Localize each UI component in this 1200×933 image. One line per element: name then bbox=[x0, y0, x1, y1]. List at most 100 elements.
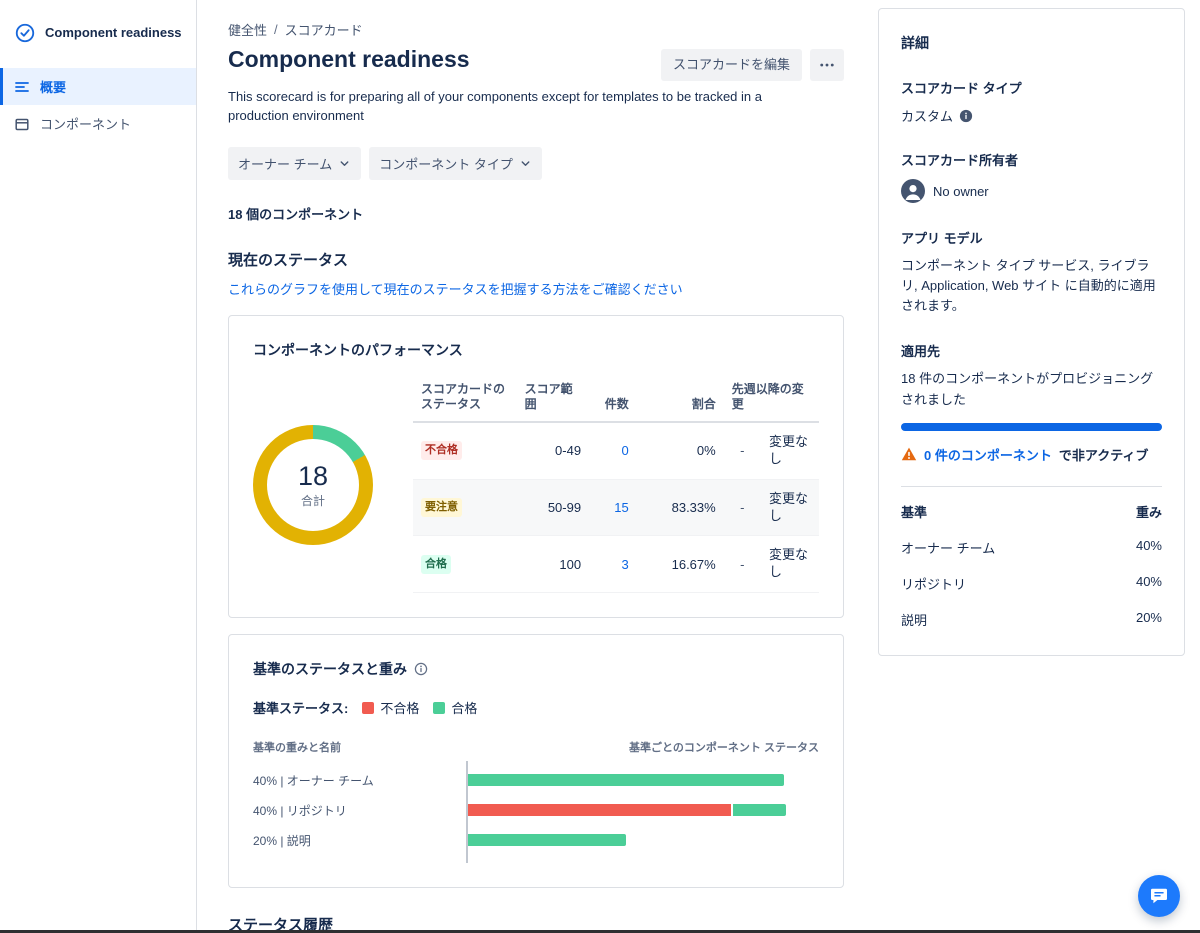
trend-cell: - bbox=[723, 535, 761, 594]
criteria-card-title: 基準のステータスと重み bbox=[253, 659, 819, 679]
edit-scorecard-button[interactable]: スコアカードを編集 bbox=[660, 49, 802, 81]
sidebar: Component readiness 概要 コンポーネント bbox=[0, 0, 197, 933]
criteria-bar-segment bbox=[468, 804, 732, 817]
criteria-card-title-text: 基準のステータスと重み bbox=[253, 661, 407, 678]
donut-total-label: 合計 bbox=[300, 493, 325, 508]
status-breakdown-table: スコアカードのステータス スコア範囲 件数 割合 先週以降の変更 不合格 0-4… bbox=[413, 377, 819, 594]
criteria-bar-chart: 40% | オーナー チーム 40% | リポジトリ 20% | 説明 bbox=[253, 761, 819, 864]
chat-bubble-icon bbox=[1149, 886, 1169, 906]
legend-item-pass: 合格 bbox=[433, 698, 477, 717]
legend-item-fail: 不合格 bbox=[362, 698, 419, 717]
overview-icon bbox=[14, 79, 30, 95]
sidebar-header: Component readiness bbox=[0, 22, 196, 68]
range-cell: 0-49 bbox=[516, 421, 590, 480]
count-link[interactable]: 0 bbox=[621, 443, 628, 458]
change-cell: 変更なし bbox=[760, 421, 819, 480]
criteria-bar-row: 40% | オーナー チーム bbox=[253, 765, 819, 795]
col-header-status: スコアカードのステータス bbox=[413, 377, 517, 423]
percent-cell: 0% bbox=[636, 421, 724, 480]
legend-item-pass-label: 合格 bbox=[451, 701, 478, 717]
page-header: 健全性 / スコアカード Component readiness スコアカードを… bbox=[228, 20, 844, 81]
weight-header-label: 重み bbox=[1135, 504, 1162, 520]
scorecard-type-value: カスタム bbox=[901, 106, 1162, 125]
current-status-help-link[interactable]: これらのグラフを使用して現在のステータスを把握する方法をご確認ください bbox=[228, 279, 683, 298]
criteria-bar-label: 40% | オーナー チーム bbox=[253, 773, 374, 788]
table-header-row: スコアカードのステータス スコア範囲 件数 割合 先週以降の変更 bbox=[413, 377, 819, 423]
components-icon bbox=[14, 116, 30, 132]
info-icon[interactable] bbox=[959, 109, 973, 123]
scorecard-type-label: スコアカード タイプ bbox=[901, 81, 1022, 96]
main-area: 健全性 / スコアカード Component readiness スコアカードを… bbox=[197, 0, 1200, 933]
criterion-weight: 40% bbox=[1135, 573, 1162, 589]
app-model-text: コンポーネント タイプ サービス, ライブラリ, Application, We… bbox=[901, 258, 1156, 314]
col-header-percent: 割合 bbox=[636, 377, 724, 423]
components-donut-chart: 18 合計 bbox=[253, 425, 373, 546]
criteria-bar-row: 40% | リポジトリ bbox=[253, 795, 819, 825]
chevron-down-icon bbox=[519, 157, 532, 170]
component-type-filter-label: コンポーネント タイプ bbox=[379, 156, 513, 172]
breadcrumb-scorecards-link[interactable]: スコアカード bbox=[285, 20, 363, 39]
filter-bar: オーナー チーム コンポーネント タイプ bbox=[228, 146, 844, 180]
applied-to-text: 18 件のコンポーネントがプロビジョニングされました bbox=[901, 371, 1154, 407]
criteria-bar-label: 40% | リポジトリ bbox=[253, 803, 347, 818]
sidebar-item-components[interactable]: コンポーネント bbox=[0, 105, 196, 142]
change-cell: 変更なし bbox=[760, 479, 819, 537]
count-link[interactable]: 15 bbox=[614, 500, 628, 515]
table-row-warn: 要注意 50-99 15 83.33% - 変更なし bbox=[413, 479, 819, 537]
owner-name: No owner bbox=[933, 183, 989, 199]
criterion-name: リポジトリ bbox=[901, 576, 967, 592]
help-chat-button[interactable] bbox=[1138, 875, 1180, 917]
count-link[interactable]: 3 bbox=[621, 557, 628, 572]
criteria-row: リポジトリ 40% bbox=[901, 574, 1162, 593]
sidebar-item-overview-label: 概要 bbox=[40, 80, 67, 95]
inactive-components-link[interactable]: 0 件のコンポーネント bbox=[924, 445, 1052, 464]
criteria-legend-label: 基準ステータス: bbox=[253, 701, 349, 717]
component-count: 18 個のコンポーネント bbox=[228, 206, 364, 222]
applied-to-label: 適用先 bbox=[901, 344, 941, 360]
axis-left-label: 基準の重みと名前 bbox=[253, 742, 341, 755]
ellipsis-icon bbox=[818, 56, 836, 74]
info-icon[interactable] bbox=[414, 662, 428, 676]
status-badge-warn: 要注意 bbox=[421, 498, 462, 518]
scorecard-app-icon bbox=[14, 22, 36, 44]
criterion-weight: 40% bbox=[1135, 537, 1162, 553]
change-cell: 変更なし bbox=[760, 535, 819, 594]
inactive-components-row: 0 件のコンポーネント で非アクティブ bbox=[901, 445, 1162, 464]
trend-cell: - bbox=[723, 479, 761, 537]
range-cell: 100 bbox=[516, 535, 590, 594]
criteria-bar-track bbox=[468, 774, 819, 787]
percent-cell: 16.67% bbox=[636, 535, 724, 594]
app-model-label: アプリ モデル bbox=[901, 231, 983, 246]
criteria-bar-segment bbox=[468, 834, 626, 847]
col-header-change: 先週以降の変更 bbox=[723, 377, 819, 423]
scorecard-owner-label: スコアカード所有者 bbox=[901, 153, 1019, 168]
breadcrumb: 健全性 / スコアカード bbox=[228, 20, 844, 39]
criterion-weight: 20% bbox=[1135, 609, 1162, 625]
scorecard-type-text: カスタム bbox=[901, 109, 954, 124]
details-panel: 詳細 スコアカード タイプ カスタム スコアカード所有者 No owner アプ… bbox=[878, 8, 1185, 656]
owner-team-filter[interactable]: オーナー チーム bbox=[228, 146, 362, 180]
sidebar-item-overview[interactable]: 概要 bbox=[0, 68, 196, 105]
owner-avatar bbox=[901, 179, 925, 203]
current-status-heading: 現在のステータス bbox=[228, 251, 349, 269]
criteria-weights-section: 基準 重み オーナー チーム 40% リポジトリ 40% 説明 20% bbox=[901, 485, 1162, 629]
axis-right-label: 基準ごとのコンポーネント ステータス bbox=[629, 742, 819, 755]
criterion-name: 説明 bbox=[901, 612, 928, 628]
scorecard-description: This scorecard is for preparing all of y… bbox=[228, 89, 762, 123]
content-column: 健全性 / スコアカード Component readiness スコアカードを… bbox=[228, 20, 844, 933]
criteria-bar-segment bbox=[468, 774, 784, 787]
criteria-header-label: 基準 bbox=[901, 504, 928, 520]
warning-icon bbox=[901, 446, 917, 462]
component-type-filter[interactable]: コンポーネント タイプ bbox=[369, 146, 542, 180]
percent-cell: 83.33% bbox=[636, 479, 724, 537]
criteria-weights-header: 基準 重み bbox=[901, 502, 1162, 521]
criteria-status-card: 基準のステータスと重み 基準ステータス: 不合格 合格 基準の重みと名前 基準ご… bbox=[228, 634, 844, 889]
owner-team-filter-label: オーナー チーム bbox=[238, 156, 333, 172]
range-cell: 50-99 bbox=[516, 479, 590, 537]
header-actions: スコアカードを編集 bbox=[660, 49, 844, 81]
criteria-bar-track bbox=[468, 804, 819, 817]
more-actions-button[interactable] bbox=[810, 49, 844, 81]
breadcrumb-health-link[interactable]: 健全性 bbox=[228, 20, 267, 39]
status-badge-pass: 合格 bbox=[421, 554, 451, 574]
inactive-components-suffix: で非アクティブ bbox=[1058, 447, 1149, 463]
